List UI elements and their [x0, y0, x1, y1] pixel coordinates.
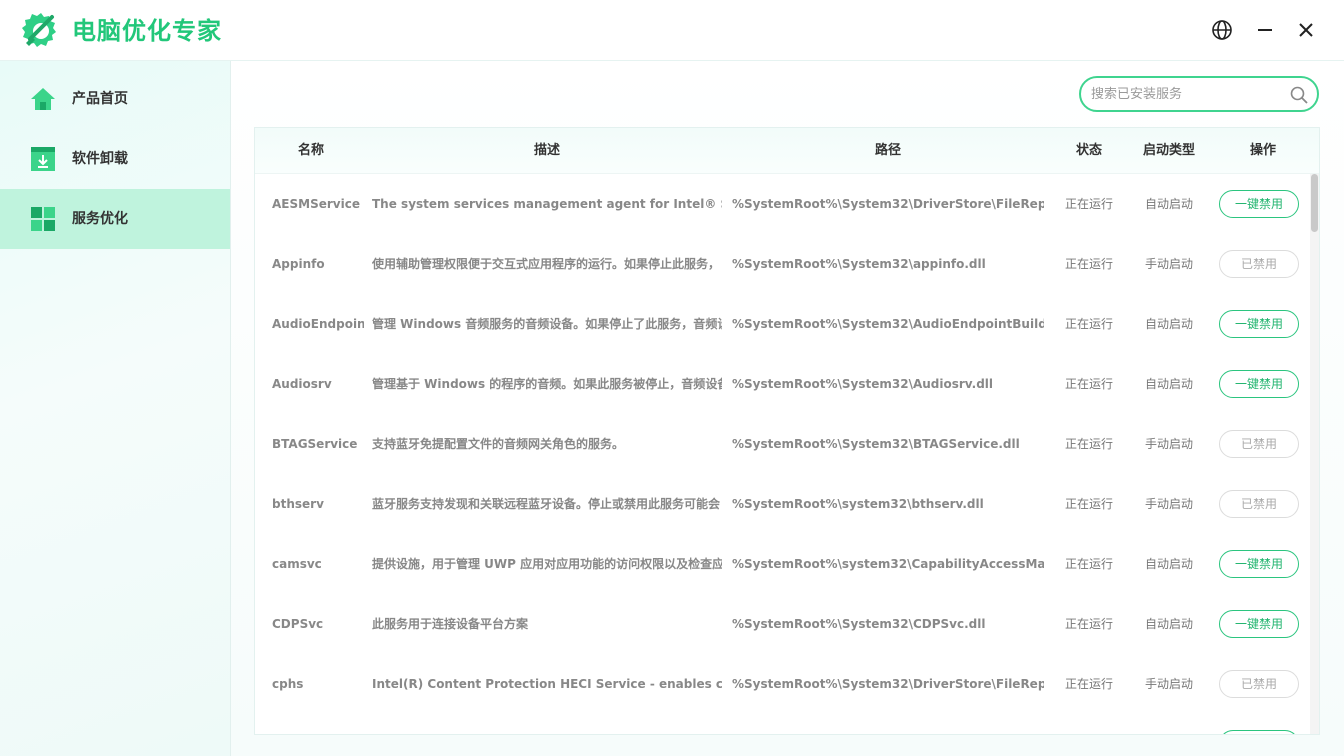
- disable-service-button[interactable]: [1219, 730, 1299, 734]
- language-button[interactable]: [1209, 17, 1235, 43]
- cell-startup-type: 自动启动: [1144, 377, 1193, 391]
- cell-path: %SystemRoot%\System32\BTAGService.dll: [732, 437, 1020, 451]
- disabled-state-button[interactable]: 已禁用: [1219, 250, 1299, 278]
- cell-description: 使用辅助管理权限便于交互式应用程序的运行。如果停止此服务，: [372, 257, 721, 271]
- cell-startup-type: 手动启动: [1144, 437, 1193, 451]
- close-icon: [1299, 23, 1313, 37]
- cell-description: The system services management agent for…: [372, 197, 722, 211]
- cell-startup-type: 自动启动: [1144, 617, 1193, 631]
- cell-description: Intel(R) Content Protection HECI Service…: [372, 677, 722, 691]
- cell-status: 正在运行: [1064, 497, 1113, 511]
- cell-path: %SystemRoot%\System32\appinfo.dll: [732, 257, 986, 271]
- cell-name: bthserv: [272, 497, 324, 511]
- cell-description: 管理基于 Windows 的程序的音频。如果此服务被停止，音频设备: [372, 377, 722, 391]
- cell-status: 正在运行: [1064, 677, 1113, 691]
- sidebar: 产品首页 软件卸载 服务优化: [0, 61, 231, 756]
- cell-description: 此服务用于连接设备平台方案: [372, 617, 529, 631]
- cell-startup-type: 自动启动: [1144, 557, 1193, 571]
- disable-service-button[interactable]: 一键禁用: [1219, 550, 1299, 578]
- column-header-desc: 描述: [533, 143, 560, 158]
- cell-name: cphs: [272, 677, 304, 691]
- cell-path: %SystemRoot%\System32\AudioEndpointBuild…: [732, 317, 1044, 331]
- cell-startup-type: 手动启动: [1144, 257, 1193, 271]
- grid-icon: [31, 207, 55, 231]
- column-header-status: 状态: [1075, 143, 1102, 158]
- cell-name: CDPSvc: [272, 617, 324, 631]
- cell-startup-type: 自动启动: [1144, 197, 1193, 211]
- app-title: 电脑优化专家: [72, 17, 222, 45]
- cell-name: AudioEndpoint: [272, 317, 364, 331]
- search-icon[interactable]: [1289, 85, 1309, 105]
- sidebar-item-uninstall[interactable]: 软件卸载: [0, 129, 230, 189]
- home-icon: [31, 88, 55, 110]
- cell-startup-type: 手动启动: [1144, 497, 1193, 511]
- disabled-state-button[interactable]: 已禁用: [1219, 430, 1299, 458]
- close-button[interactable]: [1293, 17, 1319, 43]
- cell-status: 正在运行: [1064, 257, 1113, 271]
- column-header-type: 启动类型: [1142, 143, 1195, 158]
- sidebar-item-service[interactable]: 服务优化: [0, 189, 230, 249]
- table-row: BTAGService 支持蓝牙免提配置文件的音频网关角色的服务。 %SystemR…: [255, 414, 1311, 474]
- disable-service-button[interactable]: 一键禁用: [1219, 370, 1299, 398]
- minimize-icon: [1258, 29, 1272, 31]
- cell-status: 正在运行: [1064, 317, 1113, 331]
- cell-path: %SystemRoot%\system32\CapabilityAccessMa…: [732, 557, 1044, 571]
- cell-description: 管理 Windows 音频服务的音频设备。如果停止了此服务，音频设: [372, 317, 722, 331]
- scrollbar[interactable]: [1310, 174, 1319, 734]
- title-bar: 电脑优化专家: [0, 0, 1344, 61]
- cell-path: %SystemRoot%\System32\DriverStore\FileRe…: [732, 677, 1044, 691]
- table-body: AESMService The system services managemen…: [255, 174, 1319, 734]
- sidebar-item-label: 服务优化: [72, 211, 128, 227]
- column-header-action: 操作: [1249, 143, 1276, 158]
- disabled-state-button[interactable]: 已禁用: [1219, 490, 1299, 518]
- table-row: CDPSvc 此服务用于连接设备平台方案 %SystemRoot%\System32…: [255, 594, 1311, 654]
- cell-status: 正在运行: [1064, 437, 1113, 451]
- table-row: Appinfo 使用辅助管理权限便于交互式应用程序的运行。如果停止此服务， %Sys…: [255, 234, 1311, 294]
- search-input[interactable]: [1091, 84, 1281, 104]
- cell-description: 蓝牙服务支持发现和关联远程蓝牙设备。停止或禁用此服务可能会: [372, 497, 721, 511]
- cell-status: 正在运行: [1064, 197, 1113, 211]
- cell-description: 提供设施，用于管理 UWP 应用对应用功能的访问权限以及检查应: [372, 557, 722, 571]
- column-header-path: 路径: [874, 143, 901, 158]
- app-logo-icon: [22, 13, 56, 47]
- table-row: [255, 714, 1311, 734]
- table-row: AudioEndpoint 管理 Windows 音频服务的音频设备。如果停止了此…: [255, 294, 1311, 354]
- minimize-button[interactable]: [1252, 17, 1278, 43]
- cell-path: %SystemRoot%\System32\DriverStore\FileRe…: [732, 197, 1044, 211]
- cell-path: %SystemRoot%\system32\bthserv.dll: [732, 497, 984, 511]
- table-row: cphs Intel(R) Content Protection HECI Ser…: [255, 654, 1311, 714]
- disable-service-button[interactable]: 一键禁用: [1219, 190, 1299, 218]
- cell-name: camsvc: [272, 557, 322, 571]
- table-row: Audiosrv 管理基于 Windows 的程序的音频。如果此服务被停止，音频设…: [255, 354, 1311, 414]
- cell-name: Appinfo: [272, 257, 325, 271]
- table-row: camsvc 提供设施，用于管理 UWP 应用对应用功能的访问权限以及检查应 %Sy…: [255, 534, 1311, 594]
- cell-description: 支持蓝牙免提配置文件的音频网关角色的服务。: [372, 437, 625, 451]
- cell-status: 正在运行: [1064, 557, 1113, 571]
- table-row: bthserv 蓝牙服务支持发现和关联远程蓝牙设备。停止或禁用此服务可能会 %Sys…: [255, 474, 1311, 534]
- disabled-state-button[interactable]: 已禁用: [1219, 670, 1299, 698]
- search-box[interactable]: [1079, 76, 1319, 112]
- cell-status: 正在运行: [1064, 617, 1113, 631]
- cell-name: Audiosrv: [272, 377, 332, 391]
- table-header: 名称 描述 路径 状态 启动类型 操作: [255, 128, 1319, 174]
- sidebar-item-home[interactable]: 产品首页: [0, 69, 230, 129]
- cell-name: AESMService: [272, 197, 360, 211]
- cell-startup-type: 手动启动: [1144, 677, 1193, 691]
- sidebar-item-label: 产品首页: [72, 91, 128, 107]
- disable-service-button[interactable]: 一键禁用: [1219, 310, 1299, 338]
- cell-startup-type: 自动启动: [1144, 317, 1193, 331]
- sidebar-item-label: 软件卸载: [72, 151, 128, 167]
- cell-path: %SystemRoot%\System32\CDPSvc.dll: [732, 617, 986, 631]
- cell-path: %SystemRoot%\System32\Audiosrv.dll: [732, 377, 994, 391]
- cell-name: BTAGService: [272, 437, 358, 451]
- globe-icon: [1212, 20, 1232, 40]
- main-panel: 名称 描述 路径 状态 启动类型 操作 AESMService The syste…: [231, 61, 1344, 756]
- services-table: 名称 描述 路径 状态 启动类型 操作 AESMService The syste…: [254, 127, 1320, 735]
- uninstall-icon: [31, 147, 55, 171]
- scrollbar-thumb[interactable]: [1311, 174, 1318, 232]
- cell-status: 正在运行: [1064, 377, 1113, 391]
- disable-service-button[interactable]: 一键禁用: [1219, 610, 1299, 638]
- table-row: AESMService The system services managemen…: [255, 174, 1311, 234]
- column-header-name: 名称: [297, 143, 324, 158]
